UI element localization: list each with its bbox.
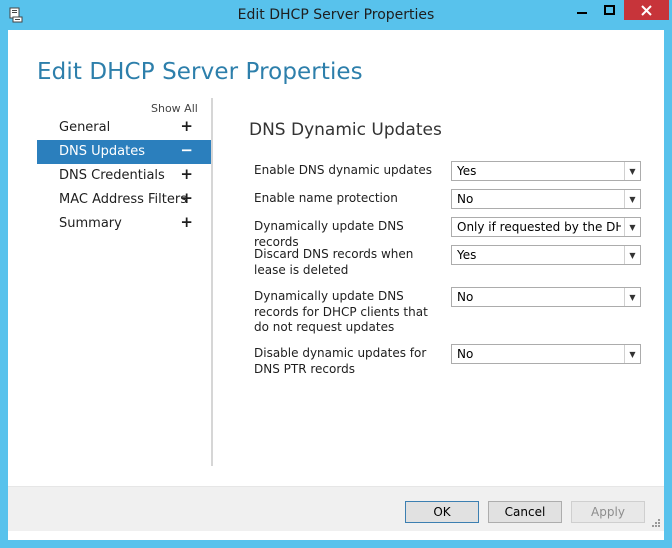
nav-item-label: DNS Updates — [59, 144, 145, 159]
dropdown-arrow-icon[interactable]: ▼ — [624, 218, 640, 236]
cancel-button[interactable]: Cancel — [488, 501, 562, 523]
nav-item-summary[interactable]: Summary + — [37, 212, 211, 236]
select-value: No — [457, 192, 474, 206]
dropdown-arrow-icon[interactable]: ▼ — [624, 246, 640, 264]
select-value: Yes — [457, 248, 477, 262]
dropdown-arrow-icon[interactable]: ▼ — [624, 190, 640, 208]
select-value: Only if requested by the DHCP — [457, 220, 621, 234]
nav-item-dns-credentials[interactable]: DNS Credentials + — [37, 164, 211, 188]
enable-dns-dynamic-updates-select[interactable]: Yes ▼ — [451, 161, 641, 181]
expand-plus-icon: + — [180, 165, 193, 183]
close-icon — [641, 4, 652, 16]
resize-grip-icon[interactable] — [650, 517, 660, 527]
show-all-link[interactable]: Show All — [151, 102, 198, 115]
nav-divider — [211, 98, 213, 466]
minimize-button[interactable] — [568, 0, 595, 20]
select-value: No — [457, 290, 474, 304]
select-value: Yes — [457, 164, 477, 178]
section-title: DNS Dynamic Updates — [249, 120, 442, 140]
expand-plus-icon: + — [180, 117, 193, 135]
minimize-icon — [576, 12, 587, 14]
maximize-button[interactable] — [597, 0, 622, 20]
setting-label: Enable DNS dynamic updates — [254, 163, 432, 177]
nav-item-label: DNS Credentials — [59, 168, 165, 183]
dynamically-update-dns-records-select[interactable]: Only if requested by the DHCP ▼ — [451, 217, 641, 237]
discard-dns-records-select[interactable]: Yes ▼ — [451, 245, 641, 265]
dialog-footer: OK Cancel Apply — [8, 486, 664, 531]
dialog-client-area: Edit DHCP Server Properties Show All Gen… — [8, 30, 664, 540]
disable-ptr-updates-select[interactable]: No ▼ — [451, 344, 641, 364]
setting-label: Enable name protection — [254, 191, 398, 205]
setting-label: Discard DNS records when lease is delete… — [254, 247, 414, 277]
nav-item-dns-updates[interactable]: DNS Updates − — [37, 140, 211, 164]
nav-item-label: Summary — [59, 216, 122, 231]
close-button[interactable] — [624, 0, 669, 20]
expand-plus-icon: + — [180, 213, 193, 231]
dropdown-arrow-icon[interactable]: ▼ — [624, 345, 640, 363]
update-dns-for-non-requesting-clients-select[interactable]: No ▼ — [451, 287, 641, 307]
ok-button[interactable]: OK — [405, 501, 479, 523]
apply-button[interactable]: Apply — [571, 501, 645, 523]
collapse-minus-icon: − — [180, 141, 193, 159]
nav-item-general[interactable]: General + — [37, 116, 211, 140]
dropdown-arrow-icon[interactable]: ▼ — [624, 288, 640, 306]
setting-label: Dynamically update DNS records — [254, 219, 404, 249]
nav-item-label: General — [59, 120, 111, 135]
page-title: Edit DHCP Server Properties — [37, 59, 363, 85]
nav-item-label: MAC Address Filters — [59, 192, 187, 207]
maximize-icon — [604, 5, 615, 15]
select-value: No — [457, 347, 474, 361]
expand-plus-icon: + — [180, 189, 193, 207]
title-bar: Edit DHCP Server Properties — [0, 0, 672, 30]
setting-label: Disable dynamic updates for DNS PTR reco… — [254, 346, 427, 376]
enable-name-protection-select[interactable]: No ▼ — [451, 189, 641, 209]
setting-label: Dynamically update DNS records for DHCP … — [254, 289, 428, 334]
nav-item-mac-address-filters[interactable]: MAC Address Filters + — [37, 188, 211, 212]
dropdown-arrow-icon[interactable]: ▼ — [624, 162, 640, 180]
